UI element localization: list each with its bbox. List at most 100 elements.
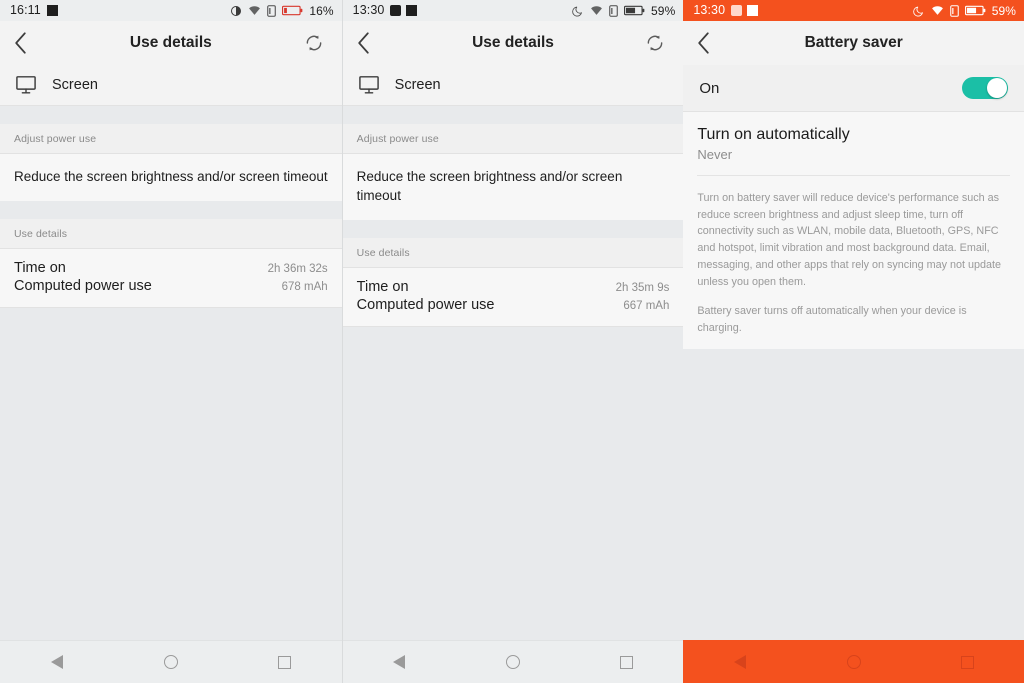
app-bar: Battery saver <box>683 21 1024 65</box>
refresh-icon <box>645 33 665 53</box>
back-button[interactable] <box>357 28 383 58</box>
contrast-icon <box>230 5 242 17</box>
turn-on-automatically-row[interactable]: Turn on automatically Never <box>697 112 1010 176</box>
back-button[interactable] <box>697 28 723 58</box>
battery-low-icon <box>282 5 303 16</box>
navigation-bar <box>0 640 342 683</box>
section-gap <box>343 106 684 124</box>
black-rounded-square-icon <box>390 5 401 16</box>
detail-row-power-use: Computed power use 667 mAh <box>357 296 670 314</box>
home-circle-icon <box>506 655 520 669</box>
status-left-icons <box>47 5 58 16</box>
power-tip-text: Reduce the screen brightness and/or scre… <box>343 154 684 220</box>
nav-home-button[interactable] <box>485 641 541 683</box>
content-area: On Turn on automatically Never Turn on b… <box>683 65 1024 640</box>
detail-value: 667 mAh <box>623 300 669 312</box>
monitor-icon <box>357 73 381 97</box>
switch-knob <box>987 78 1007 98</box>
sim-icon <box>609 5 618 17</box>
battery-saver-body: Turn on automatically Never Turn on batt… <box>683 112 1024 349</box>
app-bar: Use details <box>343 21 684 65</box>
app-name: Screen <box>395 77 441 93</box>
status-bar: 13:30 59% <box>683 0 1024 21</box>
home-circle-icon <box>847 655 861 669</box>
status-left-icons <box>390 5 417 16</box>
status-clock: 13:30 <box>693 4 725 17</box>
status-right-icons: 16% <box>230 5 333 17</box>
detail-key: Computed power use <box>14 278 152 294</box>
refresh-icon <box>304 33 324 53</box>
page-title: Battery saver <box>683 34 1024 52</box>
power-tip-text: Reduce the screen brightness and/or scre… <box>0 154 342 201</box>
detail-row-power-use: Computed power use 678 mAh <box>14 277 328 295</box>
content-area: Screen Adjust power use Reduce the scree… <box>343 65 684 640</box>
battery-saver-toggle-row[interactable]: On <box>683 65 1024 112</box>
white-square-icon <box>747 5 758 16</box>
back-triangle-icon <box>393 655 405 669</box>
back-triangle-icon <box>734 655 746 669</box>
status-bar: 16:11 16% <box>0 0 342 21</box>
sim-icon <box>267 5 276 17</box>
app-name: Screen <box>52 77 98 93</box>
nav-back-button[interactable] <box>371 641 427 683</box>
turn-on-automatically-value: Never <box>697 147 1010 162</box>
battery-saver-description: Turn on battery saver will reduce device… <box>697 176 1010 349</box>
description-paragraph-2: Battery saver turns off automatically wh… <box>697 303 1010 336</box>
use-details-list: Time on 2h 35m 9s Computed power use 667… <box>343 268 684 327</box>
monitor-icon <box>14 73 38 97</box>
nav-home-button[interactable] <box>143 641 199 683</box>
section-gap-2 <box>0 201 342 219</box>
battery-icon <box>965 5 986 16</box>
toggle-label: On <box>699 80 719 97</box>
nav-recents-button[interactable] <box>599 641 655 683</box>
chevron-left-icon <box>357 32 370 54</box>
battery-icon <box>624 5 645 16</box>
back-triangle-icon <box>51 655 63 669</box>
app-summary-row[interactable]: Screen <box>343 65 684 106</box>
app-bar: Use details <box>0 21 342 65</box>
wifi-icon <box>590 5 603 16</box>
status-bar: 13:30 59% <box>343 0 684 21</box>
detail-value: 2h 35m 9s <box>616 282 670 294</box>
panel-battery-saver: 13:30 59% <box>683 0 1024 683</box>
chevron-left-icon <box>697 32 710 54</box>
description-paragraph-1: Turn on battery saver will reduce device… <box>697 190 1010 290</box>
battery-percent: 59% <box>992 5 1016 17</box>
chevron-left-icon <box>14 32 27 54</box>
status-clock: 13:30 <box>353 4 385 17</box>
adjust-power-use-label: Adjust power use <box>343 124 684 154</box>
nav-back-button[interactable] <box>29 641 85 683</box>
refresh-button[interactable] <box>300 29 328 57</box>
use-details-label: Use details <box>343 238 684 268</box>
navigation-bar <box>683 640 1024 683</box>
nav-back-button[interactable] <box>712 641 768 683</box>
status-right-icons: 59% <box>913 5 1016 17</box>
turn-on-automatically-title: Turn on automatically <box>697 126 1010 144</box>
nav-recents-button[interactable] <box>257 641 313 683</box>
sim-icon <box>950 5 959 17</box>
moon-icon <box>913 5 925 17</box>
panel-use-details-middle: 13:30 59% <box>343 0 684 683</box>
nav-recents-button[interactable] <box>939 641 995 683</box>
detail-row-time-on: Time on 2h 35m 9s <box>357 278 670 296</box>
panel-use-details-left: 16:11 16% <box>0 0 342 683</box>
light-rounded-square-icon <box>731 5 742 16</box>
black-square-icon <box>406 5 417 16</box>
back-button[interactable] <box>14 28 40 58</box>
section-gap <box>0 106 342 124</box>
detail-row-time-on: Time on 2h 36m 32s <box>14 259 328 277</box>
detail-key: Time on <box>14 260 66 276</box>
use-details-label: Use details <box>0 219 342 249</box>
moon-icon <box>572 5 584 17</box>
recents-square-icon <box>961 656 974 669</box>
status-left-icons <box>731 5 758 16</box>
adjust-power-use-label: Adjust power use <box>0 124 342 154</box>
battery-saver-switch[interactable] <box>962 77 1008 99</box>
app-summary-row[interactable]: Screen <box>0 65 342 106</box>
detail-key: Time on <box>357 279 409 295</box>
nav-home-button[interactable] <box>826 641 882 683</box>
content-area: Screen Adjust power use Reduce the scree… <box>0 65 342 640</box>
wifi-icon <box>931 5 944 16</box>
refresh-button[interactable] <box>641 29 669 57</box>
recents-square-icon <box>278 656 291 669</box>
